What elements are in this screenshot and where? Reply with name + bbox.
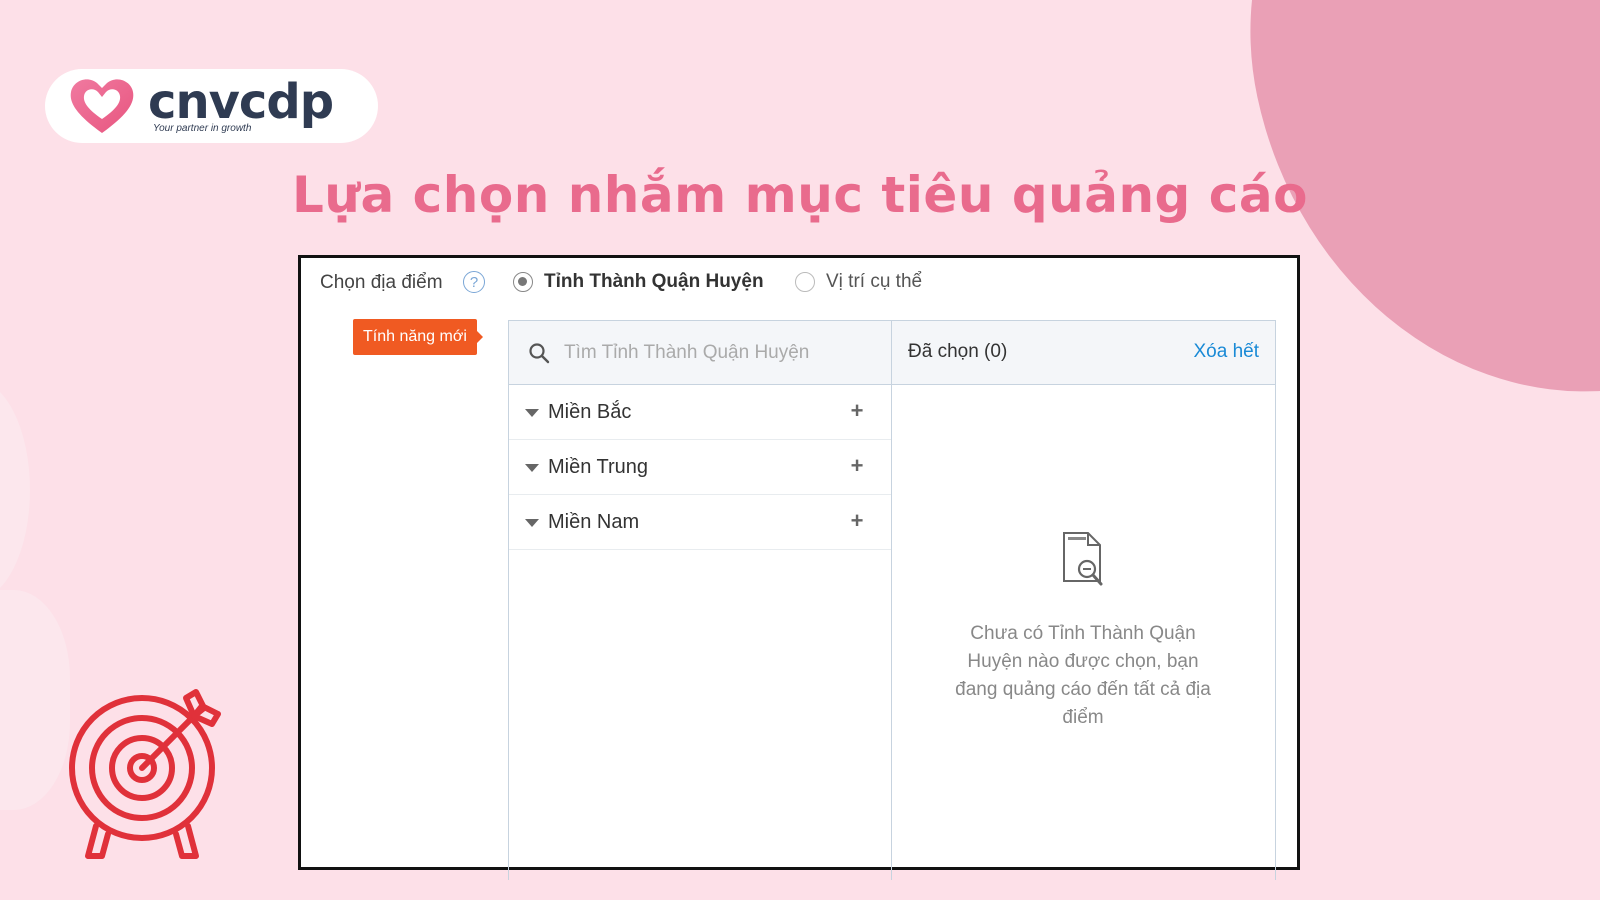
empty-state-message: Chưa có Tỉnh Thành Quận Huyện nào được c… <box>955 623 1211 728</box>
region-item-mien-trung[interactable]: Miền Trung + <box>509 440 891 495</box>
selected-count: Đã chọn (0) <box>908 341 1008 362</box>
radio-province-district[interactable] <box>513 272 533 292</box>
caret-down-icon[interactable] <box>525 409 539 417</box>
search-input[interactable] <box>562 336 876 370</box>
region-label: Miền Bắc <box>548 401 632 423</box>
document-search-icon <box>1063 532 1103 586</box>
brand-logo: cnvcdp Your partner in growth <box>45 69 378 143</box>
region-list-column: Miền Bắc + Miền Trung + Miền Nam + <box>509 321 892 880</box>
location-selector: Miền Bắc + Miền Trung + Miền Nam + Đã ch… <box>508 320 1276 880</box>
plus-icon[interactable]: + <box>845 454 869 478</box>
radio-province-district-label[interactable]: Tỉnh Thành Quận Huyện <box>544 271 764 293</box>
search-bar <box>509 321 891 385</box>
caret-down-icon[interactable] <box>525 464 539 472</box>
background-blob-left <box>0 380 30 600</box>
region-item-mien-nam[interactable]: Miền Nam + <box>509 495 891 550</box>
radio-specific-location-label[interactable]: Vị trí cụ thể <box>826 271 922 293</box>
region-label: Miền Trung <box>548 456 649 478</box>
new-feature-badge: Tính năng mới <box>353 319 483 355</box>
location-label: Chọn địa điểm <box>320 272 443 293</box>
search-icon <box>529 343 550 364</box>
heart-logo-icon <box>70 79 134 133</box>
page-headline: Lựa chọn nhắm mục tiêu quảng cáo <box>292 166 1308 224</box>
location-targeting-panel: Chọn địa điểm ? Tỉnh Thành Quận Huyện Vị… <box>298 255 1300 880</box>
radio-specific-location[interactable] <box>795 272 815 292</box>
plus-icon[interactable]: + <box>845 399 869 423</box>
selected-header: Đã chọn (0) Xóa hết <box>892 321 1275 385</box>
plus-icon[interactable]: + <box>845 509 869 533</box>
background-blob-left-lower <box>0 590 70 810</box>
brand-tagline: Your partner in growth <box>153 123 252 134</box>
clear-all-link[interactable]: Xóa hết <box>1194 341 1260 363</box>
region-item-mien-bac[interactable]: Miền Bắc + <box>509 385 891 440</box>
selected-column: Đã chọn (0) Xóa hết Chưa có Tỉnh Thành Q… <box>892 321 1275 880</box>
question-circle-icon[interactable]: ? <box>463 271 485 293</box>
region-label: Miền Nam <box>548 511 640 533</box>
target-icon <box>69 689 221 859</box>
caret-down-icon[interactable] <box>525 519 539 527</box>
